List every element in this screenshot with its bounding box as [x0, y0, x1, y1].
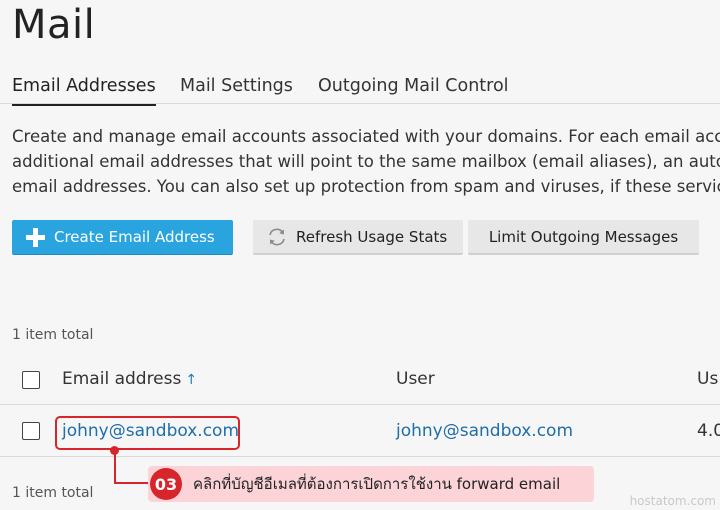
annotation-text: คลิกที่บัญชีอีเมลที่ต้องการเปิดการใช้งาน… — [193, 475, 561, 493]
tab-outgoing-mail-control[interactable]: Outgoing Mail Control — [318, 76, 509, 96]
limit-outgoing-messages-label: Limit Outgoing Messages — [488, 227, 679, 246]
item-count: 1 item total — [12, 327, 94, 343]
tab-email-addresses[interactable]: Email Addresses — [12, 76, 156, 106]
column-header-email[interactable]: Email address ↑ — [62, 369, 197, 389]
column-header-usage[interactable]: Us — [697, 369, 718, 389]
annotation-callout: 03 คลิกที่บัญชีอีเมลที่ต้องการเปิดการใช้… — [148, 466, 594, 502]
column-header-email-label: Email address — [62, 369, 182, 389]
create-email-address-button[interactable]: Create Email Address — [12, 220, 233, 255]
select-all-checkbox[interactable] — [22, 371, 40, 389]
usage-value: 4.0 — [697, 421, 720, 441]
page-description: Create and manage email accounts associa… — [12, 124, 720, 199]
callout-anchor-dot — [110, 446, 119, 455]
refresh-icon — [269, 228, 285, 245]
plus-icon — [26, 227, 45, 247]
tab-bar: Email Addresses Mail Settings Outgoing M… — [0, 70, 720, 106]
callout-connector — [114, 450, 116, 484]
refresh-usage-stats-label: Refresh Usage Stats — [296, 227, 448, 246]
column-header-user[interactable]: User — [396, 369, 435, 389]
user-link[interactable]: johny@sandbox.com — [396, 421, 573, 441]
limit-outgoing-messages-button[interactable]: Limit Outgoing Messages — [468, 220, 699, 255]
sort-ascending-icon: ↑ — [185, 372, 198, 388]
row-checkbox[interactable] — [22, 422, 40, 440]
item-count-bottom: 1 item total — [12, 485, 94, 501]
description-line: email addresses. You can also set up pro… — [12, 177, 720, 196]
watermark: hostatom.com — [629, 494, 716, 508]
description-line: additional email addresses that will poi… — [12, 152, 720, 171]
step-badge: 03 — [150, 468, 182, 500]
tab-mail-settings[interactable]: Mail Settings — [180, 76, 293, 96]
table-header: Email address ↑ User Us — [0, 355, 720, 405]
description-line: Create and manage email accounts associa… — [12, 127, 720, 146]
page-title: Mail — [12, 2, 96, 48]
refresh-usage-stats-button[interactable]: Refresh Usage Stats — [253, 220, 463, 255]
create-email-address-label: Create Email Address — [54, 228, 215, 246]
highlight-box — [55, 416, 240, 450]
